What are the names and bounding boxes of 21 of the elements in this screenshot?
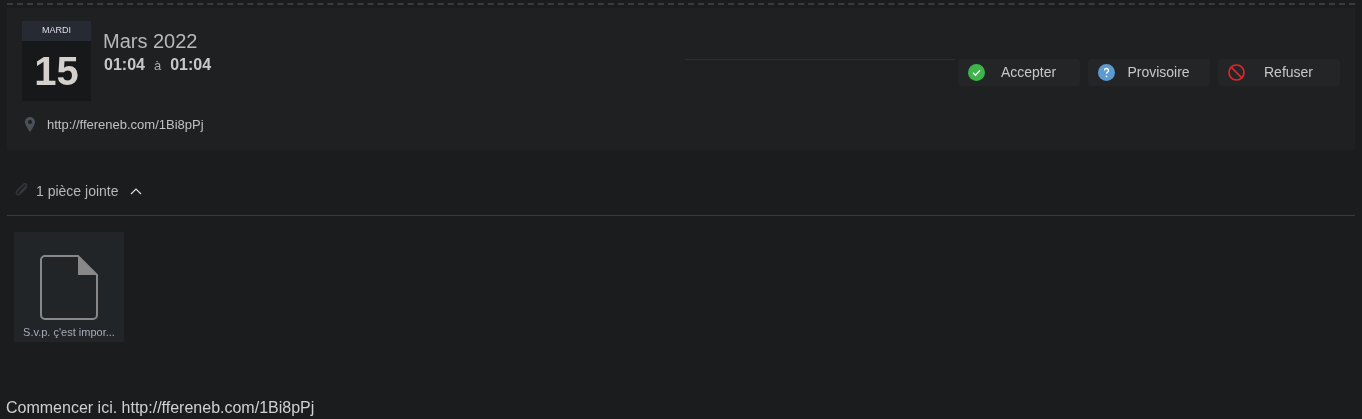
decline-button[interactable]: Refuser (1218, 59, 1340, 86)
check-circle-icon (968, 64, 985, 81)
time-separator: à (153, 57, 162, 75)
paperclip-icon (14, 183, 30, 199)
tentative-button[interactable]: Provisoire (1088, 59, 1210, 86)
file-icon (40, 255, 98, 320)
month-year: Mars 2022 (103, 29, 199, 53)
question-circle-icon (1098, 64, 1115, 81)
caret-icon (129, 187, 142, 195)
location-pin-icon (25, 117, 35, 133)
file-name: S.v.p. ç'est impor... (23, 325, 115, 340)
day-number: 15 (22, 41, 91, 101)
end-time: 01:04 (170, 55, 212, 75)
message-body: Commencer ici. http://ffereneb.com/1Bi8pPj (6, 398, 315, 418)
start-time: 01:04 (104, 55, 145, 75)
no-entry-icon (1228, 64, 1245, 81)
location-link[interactable]: http://ffereneb.com/1Bi8pPj (47, 115, 204, 135)
weekday-label: MARDI (22, 21, 91, 41)
attachment-count: 1 pièce jointe (36, 181, 119, 201)
accept-button[interactable]: Accepter (958, 59, 1080, 86)
file-tile[interactable]: S.v.p. ç'est impor... (14, 232, 124, 342)
